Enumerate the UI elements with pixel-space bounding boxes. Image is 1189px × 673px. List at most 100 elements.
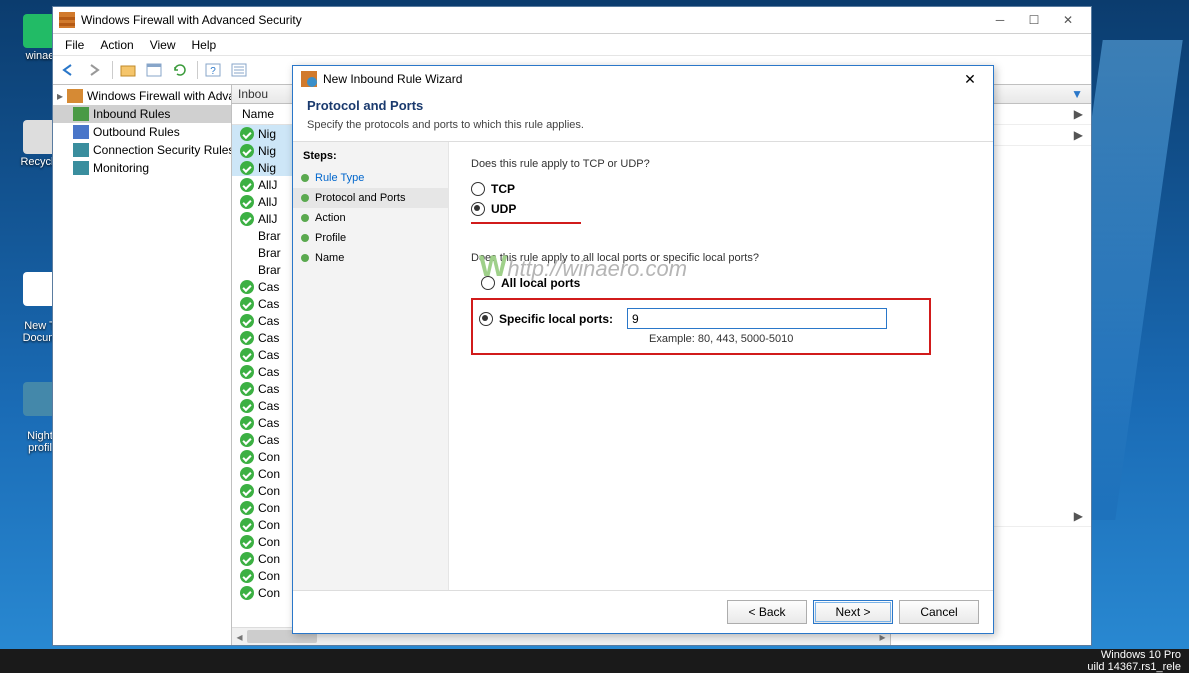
help-icon: ? [205,63,221,77]
rule-name: Con [258,552,280,566]
enabled-icon [240,484,254,498]
step-rule-type[interactable]: Rule Type [293,168,448,188]
rule-name: Cas [258,314,279,328]
radio-specific-ports[interactable]: Specific local ports: [479,312,613,326]
taskbar-build-text: Windows 10 Pro uild 14367.rs1_rele [1087,649,1181,673]
expand-icon[interactable]: ▸ [57,89,63,103]
ports-input[interactable] [627,308,887,329]
tree-item-label: Monitoring [93,161,149,175]
menubar: File Action View Help [53,34,1091,55]
highlight-box: Specific local ports: Example: 80, 443, … [471,298,931,355]
wizard-steps: Steps: Rule Type Protocol and Ports Action… [293,142,449,590]
rule-name: Con [258,586,280,600]
enabled-icon [240,552,254,566]
rule-name: Cas [258,348,279,362]
menu-file[interactable]: File [57,36,92,54]
next-button[interactable]: Next > [813,600,893,624]
menu-action[interactable]: Action [92,36,141,54]
rule-name: Brar [258,246,281,260]
rule-name: Cas [258,382,279,396]
in-icon [73,107,89,121]
rule-name: Nig [258,161,276,175]
dropdown-icon[interactable]: ▼ [1071,87,1083,101]
enabled-icon [240,433,254,447]
titlebar[interactable]: Windows Firewall with Advanced Security … [53,7,1091,34]
rule-name: Brar [258,229,281,243]
tb-refresh-button[interactable] [168,58,192,82]
dialog-title: New Inbound Rule Wizard [323,72,955,86]
enabled-icon [240,314,254,328]
nav-tree[interactable]: ▸Windows Firewall with Advance Inbound Ru… [53,85,232,645]
step-label: Name [315,252,344,264]
wizard-icon [301,71,317,87]
enabled-icon [240,450,254,464]
back-button[interactable]: < Back [727,600,807,624]
rule-name: Con [258,535,280,549]
tb-properties-button[interactable] [142,58,166,82]
wizard-panel: Whttp://winaero.com Does this rule apply… [449,142,993,590]
tree-item-connection-security-rules[interactable]: Connection Security Rules [53,141,231,159]
rule-name: Cas [258,399,279,413]
menu-view[interactable]: View [142,36,184,54]
dialog-close-button[interactable]: ✕ [955,68,985,90]
maximize-button[interactable]: ☐ [1017,9,1051,31]
radio-tcp[interactable]: TCP [471,182,971,196]
tree-item-windows-firewall-with-advance[interactable]: ▸Windows Firewall with Advance [53,87,231,105]
enabled-icon [240,501,254,515]
tree-item-outbound-rules[interactable]: Outbound Rules [53,123,231,141]
radio-udp[interactable]: UDP [471,202,971,216]
dialog-subheading: Specify the protocols and ports to which… [307,119,979,131]
enabled-icon [240,365,254,379]
enabled-icon [240,144,254,158]
step-label: Protocol and Ports [315,192,406,204]
rule-name: Cas [258,331,279,345]
enabled-icon [240,382,254,396]
rule-name: Cas [258,416,279,430]
step-label: Action [315,212,346,224]
shield-icon [67,89,83,103]
enabled-icon [240,569,254,583]
tree-item-inbound-rules[interactable]: Inbound Rules [53,105,231,123]
taskbar: Windows 10 Pro uild 14367.rs1_rele [0,649,1189,673]
enabled-icon [240,331,254,345]
rule-name: Nig [258,127,276,141]
enabled-icon [240,518,254,532]
back-button[interactable] [57,58,81,82]
dialog-titlebar[interactable]: New Inbound Rule Wizard ✕ [293,66,993,92]
enabled-icon [240,161,254,175]
scroll-left-icon[interactable]: ◂ [232,628,247,645]
cancel-button[interactable]: Cancel [899,600,979,624]
radio-all-ports[interactable]: All local ports [481,276,971,290]
step-bullet-icon [301,174,309,182]
step-bullet-icon [301,234,309,242]
tb-help-button[interactable]: ? [201,58,225,82]
dialog-heading: Protocol and Ports [307,98,979,113]
ports-example: Example: 80, 443, 5000-5010 [649,333,923,345]
forward-button[interactable] [83,58,107,82]
enabled-icon [240,467,254,481]
refresh-icon [172,63,188,77]
step-bullet-icon [301,214,309,222]
folder-icon [120,63,136,77]
rule-name: Cas [258,280,279,294]
tree-item-monitoring[interactable]: Monitoring [53,159,231,177]
minimize-button[interactable]: ─ [983,9,1017,31]
step-bullet-icon [301,254,309,262]
tree-item-label: Outbound Rules [93,125,180,139]
rule-name: Con [258,450,280,464]
tree-item-label: Inbound Rules [93,107,170,121]
window-title: Windows Firewall with Advanced Security [81,13,983,27]
close-button[interactable]: ✕ [1051,9,1085,31]
enabled-icon [240,535,254,549]
protocol-question: Does this rule apply to TCP or UDP? [471,158,971,170]
steps-label: Steps: [293,148,448,168]
enabled-icon [240,212,254,226]
rule-wizard-dialog: New Inbound Rule Wizard ✕ Protocol and P… [292,65,994,634]
arrow-left-icon [62,64,76,76]
rule-name: Con [258,518,280,532]
rule-name: AllJ [258,212,277,226]
menu-help[interactable]: Help [184,36,225,54]
tb-export-button[interactable] [227,58,251,82]
tb-folder-button[interactable] [116,58,140,82]
properties-icon [146,63,162,77]
